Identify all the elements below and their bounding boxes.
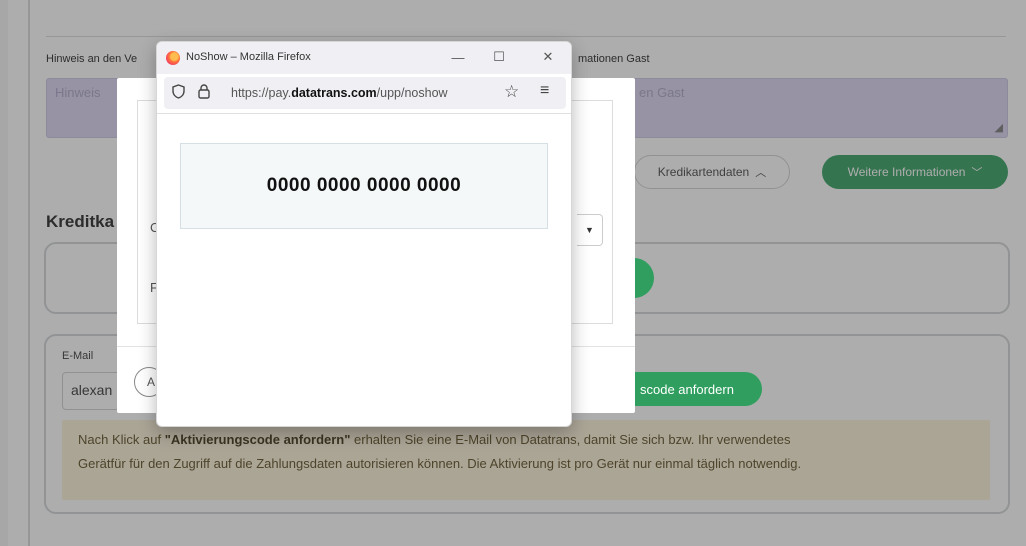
url-prefix: https://pay. bbox=[231, 86, 292, 100]
bookmark-star-icon[interactable]: ☆ bbox=[504, 82, 519, 102]
lock-icon[interactable] bbox=[198, 84, 210, 102]
close-icon[interactable]: ✕ bbox=[537, 47, 559, 67]
activation-button-label: scode anfordern bbox=[640, 381, 734, 397]
toolbar-separator bbox=[157, 113, 571, 114]
menu-icon[interactable]: ≡ bbox=[540, 82, 549, 100]
firefox-logo-icon bbox=[166, 51, 180, 65]
url-path: /upp/noshow bbox=[376, 86, 448, 100]
url-bar[interactable]: https://pay.datatrans.com/upp/noshow ☆ ≡ bbox=[164, 77, 566, 109]
shield-icon[interactable] bbox=[172, 84, 185, 102]
dialog-secondary-button-label: A bbox=[147, 375, 156, 389]
url-domain: datatrans.com bbox=[291, 86, 377, 100]
dialog-select-caret-icon[interactable]: ▼ bbox=[577, 214, 603, 246]
minimize-icon[interactable]: — bbox=[447, 47, 469, 67]
firefox-popup-window: NoShow – Mozilla Firefox — ☐ ✕ https://p… bbox=[156, 41, 572, 427]
url-text[interactable]: https://pay.datatrans.com/upp/noshow bbox=[231, 86, 448, 100]
request-activation-code-button[interactable]: scode anfordern bbox=[634, 372, 762, 406]
card-number-text: 0000 0000 0000 0000 bbox=[266, 175, 462, 196]
window-title: NoShow – Mozilla Firefox bbox=[186, 51, 311, 63]
firefox-titlebar: NoShow – Mozilla Firefox — ☐ ✕ bbox=[157, 42, 571, 74]
card-number-display: 0000 0000 0000 0000 bbox=[180, 143, 548, 229]
maximize-icon[interactable]: ☐ bbox=[488, 47, 510, 67]
